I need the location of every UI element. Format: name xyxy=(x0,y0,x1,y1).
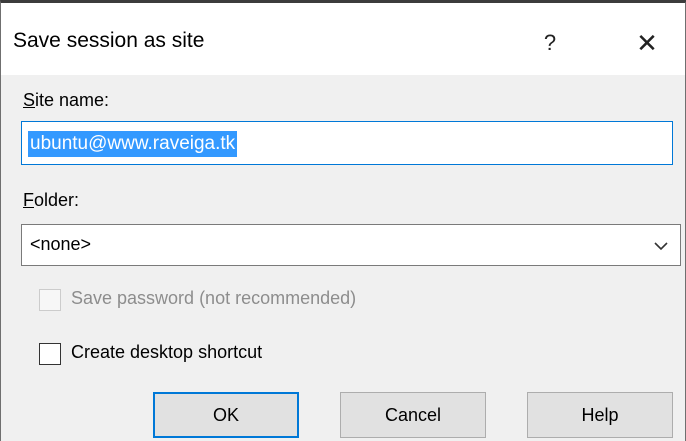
save-password-checkbox xyxy=(39,289,61,311)
title-bar: Save session as site ? ✕ xyxy=(1,3,685,75)
help-button[interactable]: Help xyxy=(527,392,673,438)
folder-dropdown[interactable]: <none> xyxy=(21,224,681,266)
folder-value: <none> xyxy=(30,234,92,254)
dialog-title: Save session as site xyxy=(13,29,205,52)
ok-button[interactable]: OK xyxy=(153,392,299,438)
help-icon[interactable]: ? xyxy=(523,23,577,63)
site-name-label: Site name: xyxy=(23,90,110,110)
desktop-shortcut-checkbox[interactable] xyxy=(39,343,61,365)
save-password-label: Save password (not recommended) xyxy=(71,288,357,308)
folder-label: Folder: xyxy=(23,190,80,210)
desktop-shortcut-label[interactable]: Create desktop shortcut xyxy=(71,342,262,363)
chevron-down-icon xyxy=(654,242,668,251)
cancel-button[interactable]: Cancel xyxy=(340,392,486,438)
site-name-value: ubuntu@www.raveiga.tk xyxy=(28,131,238,157)
save-session-dialog: Save session as site ? ✕ Site name: ubun… xyxy=(0,0,686,441)
site-name-input[interactable]: ubuntu@www.raveiga.tk xyxy=(21,121,673,165)
close-icon[interactable]: ✕ xyxy=(617,23,677,63)
